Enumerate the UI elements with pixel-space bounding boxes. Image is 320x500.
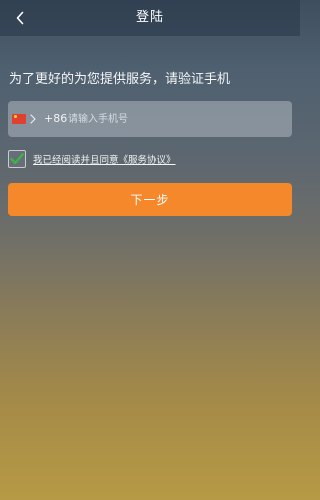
chevron-right-icon[interactable] [29,113,37,125]
china-flag-icon[interactable] [12,114,26,124]
next-button[interactable]: 下一步 [8,183,292,216]
country-code: +86 [44,112,68,125]
phone-input-group: +86 [8,101,292,137]
phone-number-input[interactable] [68,107,283,131]
agreement-link[interactable]: 我已经阅读并且同意《服务协议》 [33,152,176,166]
verify-prompt: 为了更好的为您提供服务，请验证手机 [9,72,231,87]
checkmark-icon [10,153,24,165]
top-bar: 登陆 [0,0,300,36]
agree-checkbox[interactable] [8,150,26,168]
page-title: 登陆 [135,10,164,25]
